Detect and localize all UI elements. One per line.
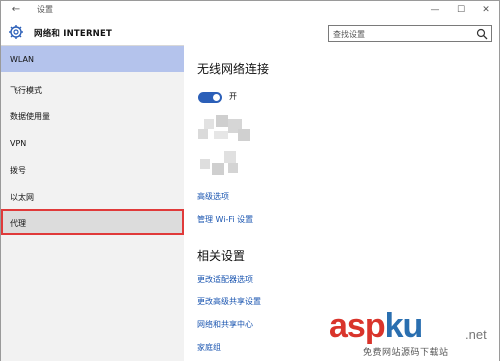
sidebar-item-label: 拨号 [10, 166, 26, 175]
toggle-knob [213, 94, 220, 101]
sidebar-item-proxy[interactable]: 代理 [1, 209, 184, 235]
maximize-icon[interactable]: ☐ [453, 2, 469, 18]
related-settings-title: 相关设置 [197, 249, 246, 263]
title-bar: ← 设置 — ☐ ✕ [1, 1, 499, 19]
back-arrow-icon[interactable]: ← [9, 3, 23, 17]
wireless-section-title: 无线网络连接 [197, 62, 270, 76]
page-title: 网络和 INTERNET [34, 29, 113, 39]
network-sharing-center-link[interactable]: 网络和共享中心 [197, 319, 253, 330]
sidebar-item-label: 以太网 [10, 193, 34, 202]
watermark-brand: aspku [329, 307, 424, 345]
sidebar-item-dialup[interactable]: 拨号 [1, 156, 184, 182]
watermark-suffix: .net [465, 327, 487, 342]
sidebar-item-label: VPN [10, 139, 27, 148]
watermark-brand-blue: ku [384, 307, 424, 345]
sidebar-item-data-usage[interactable]: 数据使用量 [1, 102, 184, 128]
network-list-item[interactable] [198, 115, 258, 145]
watermark-subtitle: 免费网站源码下载站 [363, 348, 449, 358]
sidebar-item-wlan[interactable]: WLAN [1, 46, 184, 72]
sidebar-item-label: 数据使用量 [10, 112, 50, 121]
settings-window: ← 设置 — ☐ ✕ 网络和 INTERNET 查找设置 WLAN 飞行模式 数… [0, 0, 500, 361]
search-icon[interactable] [476, 28, 488, 40]
wifi-toggle[interactable] [198, 92, 222, 103]
page-header: 网络和 INTERNET 查找设置 [1, 19, 499, 45]
toggle-state-label: 开 [229, 92, 237, 101]
minimize-icon[interactable]: — [427, 2, 443, 18]
network-list-item[interactable] [198, 151, 248, 177]
sidebar-item-vpn[interactable]: VPN [1, 130, 184, 156]
close-icon[interactable]: ✕ [478, 2, 494, 18]
manage-wifi-settings-link[interactable]: 管理 Wi-Fi 设置 [197, 214, 253, 225]
sidebar-item-ethernet[interactable]: 以太网 [1, 183, 184, 209]
search-placeholder: 查找设置 [333, 30, 365, 39]
change-advanced-sharing-link[interactable]: 更改高级共享设置 [197, 296, 261, 307]
sidebar-item-airplane-mode[interactable]: 飞行模式 [1, 76, 184, 102]
search-input[interactable]: 查找设置 [328, 25, 492, 42]
advanced-options-link[interactable]: 高级选项 [197, 191, 229, 202]
watermark-brand-red: asp [329, 307, 386, 345]
sidebar-item-label: 飞行模式 [10, 86, 42, 95]
watermark-logo: aspku .net 免费网站源码下载站 [329, 307, 499, 361]
change-adapter-options-link[interactable]: 更改适配器选项 [197, 274, 253, 285]
homegroup-link[interactable]: 家庭组 [197, 342, 221, 353]
window-title: 设置 [37, 5, 53, 14]
gear-icon [9, 25, 23, 39]
sidebar: WLAN 飞行模式 数据使用量 VPN 拨号 以太网 代理 [1, 45, 184, 361]
sidebar-item-label: WLAN [10, 55, 35, 64]
sidebar-item-label: 代理 [10, 219, 26, 228]
